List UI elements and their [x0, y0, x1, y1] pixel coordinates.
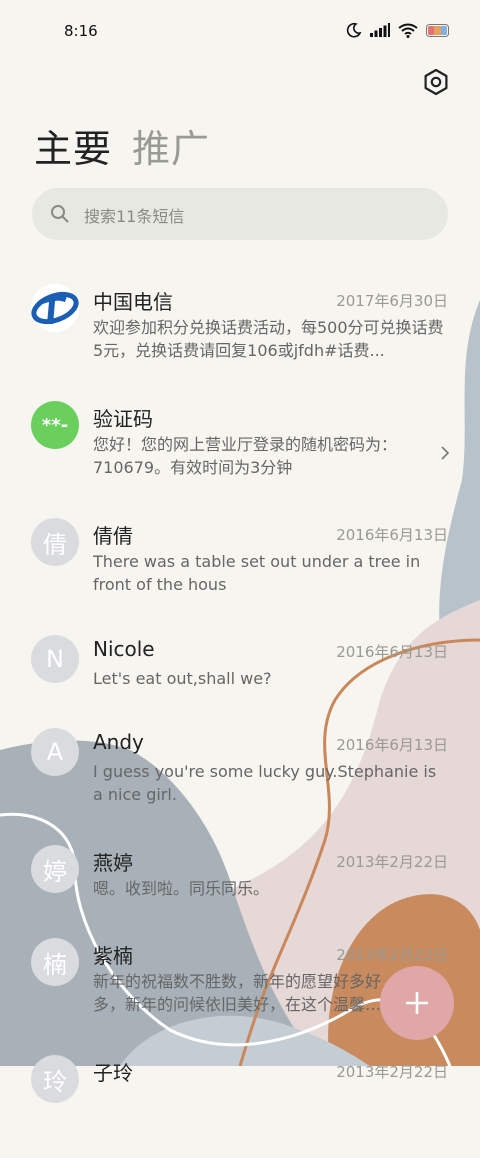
moon-icon [346, 22, 362, 38]
avatar: N [31, 635, 79, 683]
message-date: 2016年6月13日 [336, 526, 448, 544]
contact-name: 紫楠 [93, 944, 133, 968]
message-preview: 嗯。收到啦。同乐同乐。 [93, 879, 270, 898]
conversation-row[interactable]: 中国电信 2017年6月30日 欢迎参加积分兑换话费活动，每500分可兑换话费5… [0, 270, 480, 387]
conversation-row[interactable]: A Andy 2016年6月13日 I guess you're some lu… [0, 714, 480, 831]
conversation-row[interactable]: 玲 子玲 2013年2月22日 [0, 1041, 480, 1158]
contact-name: 验证码 [93, 407, 153, 431]
message-preview: 欢迎参加积分兑换话费活动，每500分可兑换话费5元，兑换话费请回复106或jfd… [93, 318, 444, 360]
message-preview: 新年的祝福数不胜数，新年的愿望好多好多，新年的问候依旧美好，在这个温馨的时刻 [93, 972, 382, 1014]
chevron-right-icon[interactable] [440, 445, 450, 461]
conversation-row[interactable]: 婷 燕婷 2013年2月22日 嗯。收到啦。同乐同乐。 [0, 831, 480, 924]
message-preview: There was a table set out under a tree i… [93, 552, 421, 594]
tab-primary[interactable]: 主要 [34, 118, 112, 173]
signal-icon [370, 23, 390, 37]
message-preview: Let's eat out,shall we? [93, 669, 272, 688]
message-preview: 您好！您的网上营业厅登录的随机密码为：710679。有效时间为3分钟 [93, 435, 398, 477]
contact-name: 子玲 [93, 1061, 133, 1085]
avatar: **- [31, 401, 79, 449]
conversation-row[interactable]: **- 验证码 您好！您的网上营业厅登录的随机密码为：710679。有效时间为3… [0, 387, 480, 504]
status-bar: 8:16 [0, 18, 480, 44]
wifi-icon [398, 23, 418, 38]
new-message-button[interactable] [380, 966, 454, 1040]
message-date: 2016年6月13日 [336, 643, 448, 661]
message-date: 2017年6月30日 [336, 292, 448, 310]
plus-icon [406, 992, 428, 1014]
message-date: 2013年2月22日 [336, 853, 448, 871]
tab-bar: 主要 推广 [34, 118, 210, 173]
contact-name: 燕婷 [93, 851, 133, 875]
message-date: 2013年2月22日 [336, 946, 448, 964]
tab-promotions[interactable]: 推广 [132, 118, 210, 173]
conversation-row[interactable]: N Nicole 2016年6月13日 Let's eat out,shall … [0, 621, 480, 714]
message-date: 2013年2月22日 [336, 1063, 448, 1081]
china-telecom-logo [31, 284, 79, 332]
contact-name: Nicole [93, 637, 155, 661]
settings-icon[interactable] [422, 68, 450, 96]
conversation-row[interactable]: 倩 倩倩 2016年6月13日 There was a table set ou… [0, 504, 480, 621]
battery-icon [426, 23, 449, 37]
contact-name: 倩倩 [93, 524, 133, 548]
avatar: 楠 [31, 938, 79, 986]
contact-name: Andy [93, 730, 144, 754]
message-date: 2016年6月13日 [336, 736, 448, 754]
avatar: 婷 [31, 845, 79, 893]
search-icon [51, 205, 69, 223]
contact-name: 中国电信 [93, 290, 173, 314]
avatar: 玲 [31, 1055, 79, 1103]
status-time: 8:16 [64, 22, 98, 40]
avatar: A [31, 728, 79, 776]
search-bar[interactable]: 搜索11条短信 [32, 188, 448, 240]
avatar: 倩 [31, 518, 79, 566]
message-preview: I guess you're some lucky guy.Stephanie … [93, 762, 437, 804]
search-placeholder: 搜索11条短信 [84, 207, 185, 226]
